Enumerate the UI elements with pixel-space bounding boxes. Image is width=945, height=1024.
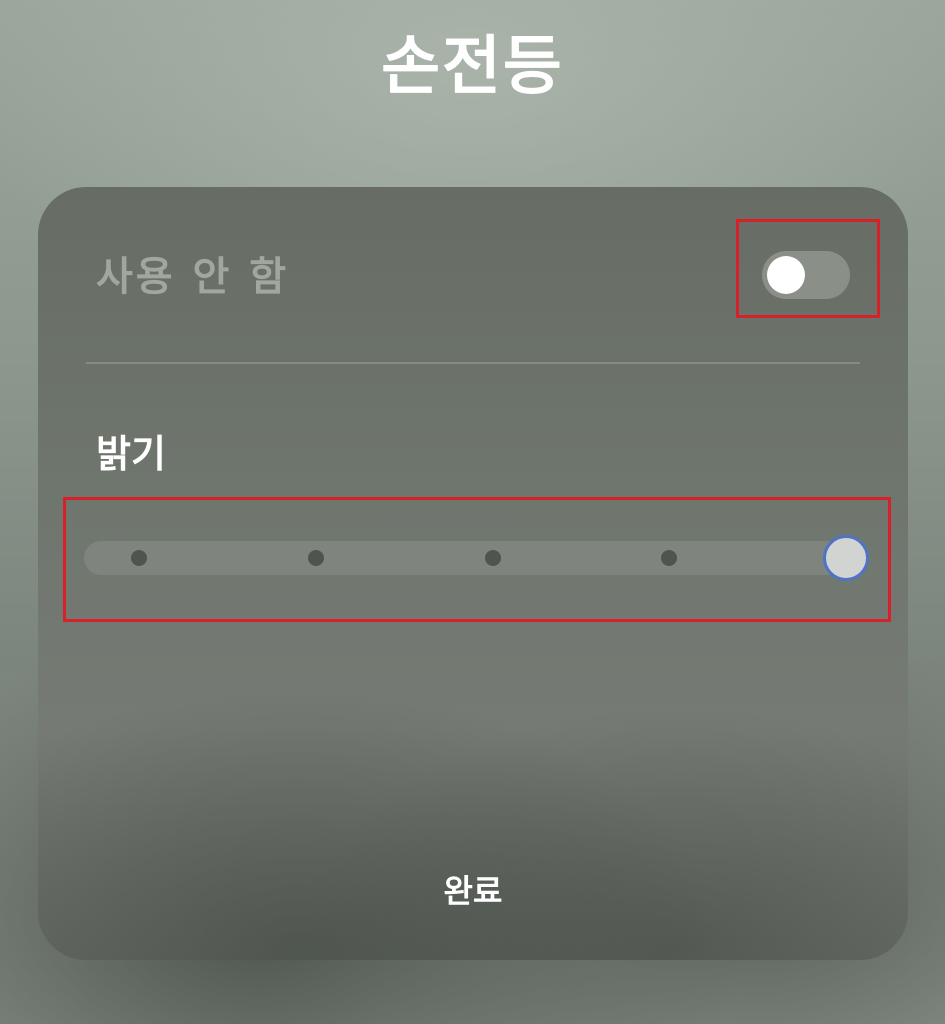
page-title: 손전등 — [381, 30, 564, 104]
toggle-knob — [767, 256, 805, 294]
brightness-slider[interactable] — [84, 535, 869, 581]
brightness-level-dot[interactable] — [661, 550, 678, 566]
brightness-level-dot[interactable] — [131, 550, 147, 566]
brightness-level-dot[interactable] — [307, 550, 324, 566]
divider — [86, 362, 860, 364]
brightness-level-dot[interactable] — [484, 550, 501, 566]
flashlight-panel: 사용 안 함 밝기 완료 — [38, 187, 908, 960]
flashlight-toggle-label: 사용 안 함 — [96, 254, 290, 300]
flashlight-toggle-switch[interactable] — [762, 251, 850, 299]
brightness-label: 밝기 — [96, 432, 166, 476]
done-button[interactable]: 완료 — [373, 859, 573, 923]
brightness-slider-thumb[interactable] — [823, 535, 869, 581]
